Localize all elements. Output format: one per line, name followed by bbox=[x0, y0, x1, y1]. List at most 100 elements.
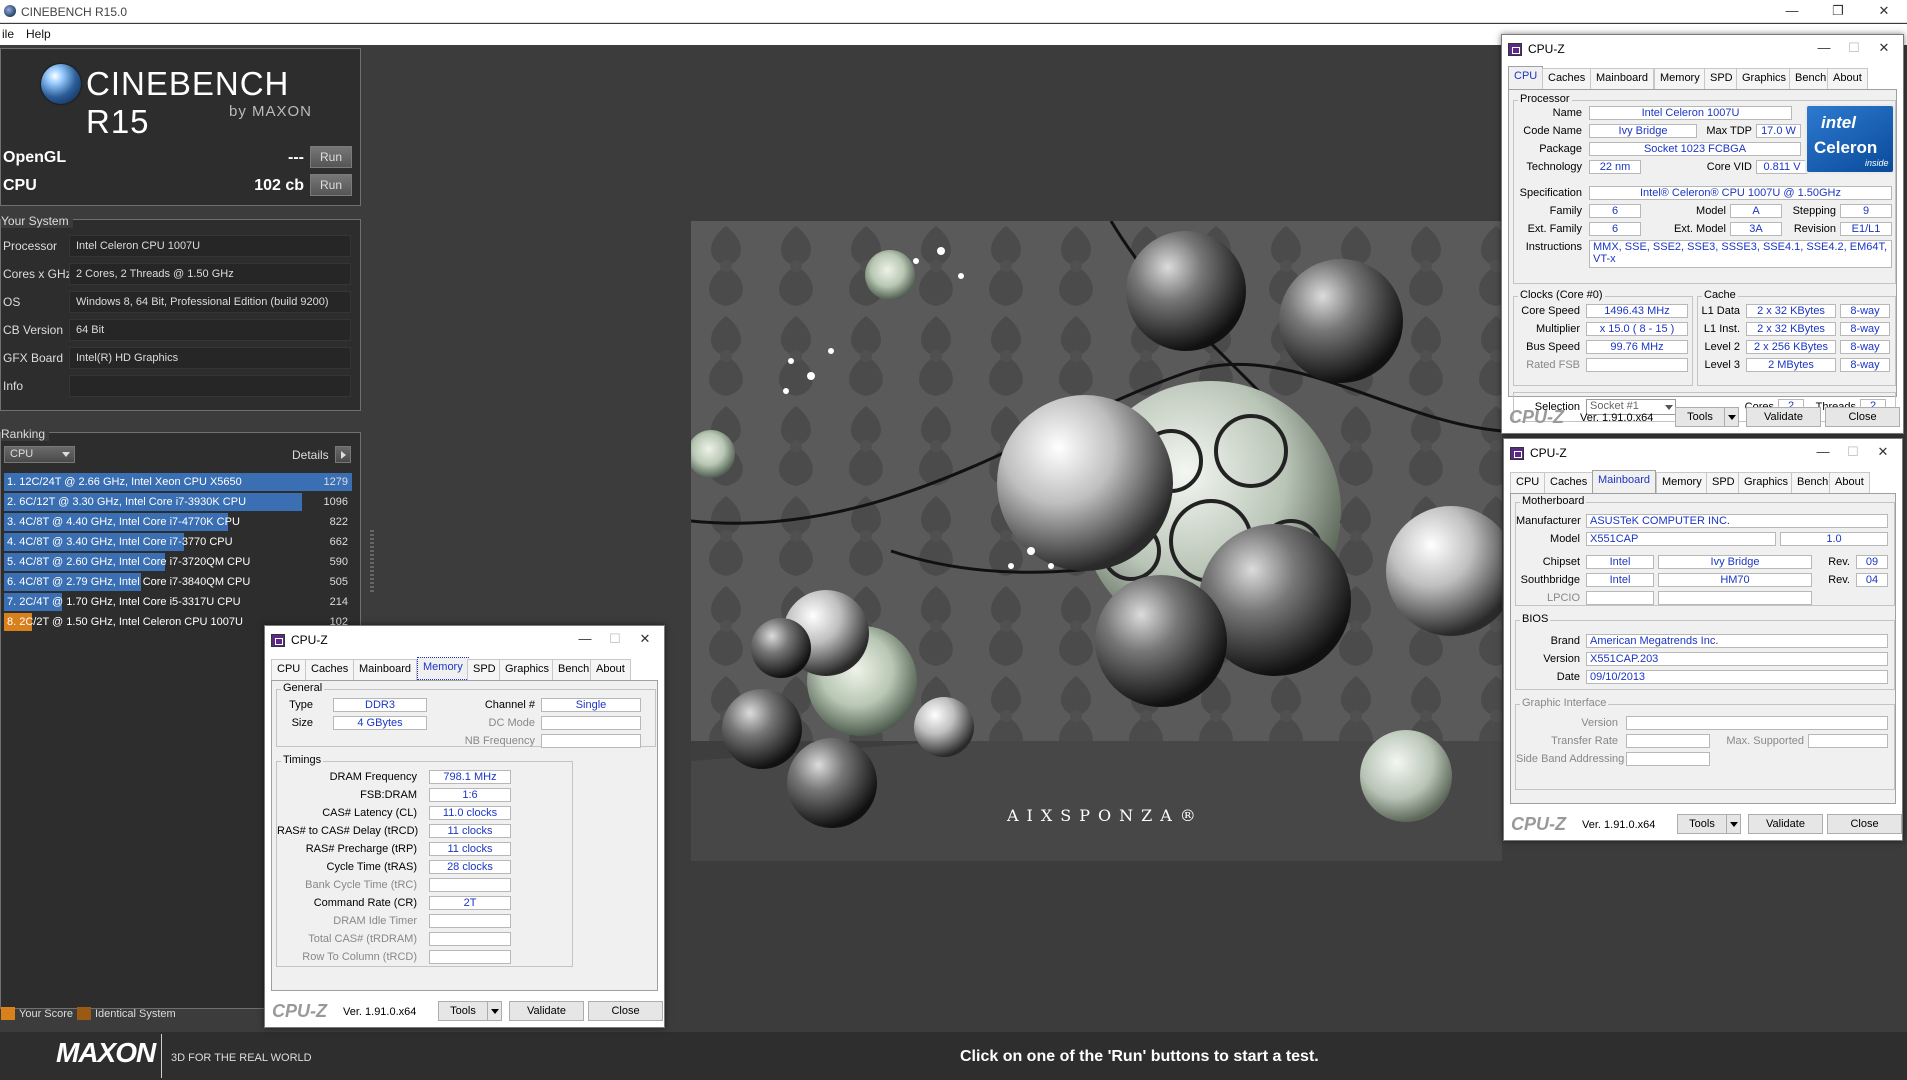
cpuz-titlebar: CPU-Z — ☐ ✕ bbox=[265, 626, 664, 653]
bios-date-value: 09/10/2013 bbox=[1586, 670, 1888, 684]
cpuz-window-memory: CPU-Z — ☐ ✕ CPU Caches Mainboard Memory … bbox=[264, 625, 665, 1028]
tab-bench[interactable]: Bench bbox=[1791, 472, 1835, 493]
group-title: General bbox=[281, 682, 325, 694]
bios-brand-label: Brand bbox=[1550, 635, 1580, 647]
close-button[interactable]: ✕ bbox=[630, 631, 660, 647]
tab-about[interactable]: About bbox=[1829, 472, 1870, 493]
tab-memory[interactable]: Memory bbox=[417, 657, 469, 680]
tab-cpu[interactable]: CPU bbox=[271, 659, 307, 680]
chevron-down-icon[interactable] bbox=[487, 1002, 501, 1020]
run-opengl-button[interactable]: Run bbox=[310, 146, 352, 168]
tools-button[interactable]: Tools bbox=[438, 1001, 502, 1021]
tab-about[interactable]: About bbox=[1827, 68, 1868, 89]
restore-button[interactable]: ❐ bbox=[1815, 0, 1861, 23]
cache-group: Cache L1 Data 2 x 32 KBytes 8-way L1 Ins… bbox=[1697, 289, 1896, 386]
details-toggle-button[interactable] bbox=[335, 446, 351, 463]
l3-label: Level 3 bbox=[1704, 359, 1740, 371]
tab-mainboard[interactable]: Mainboard bbox=[353, 659, 417, 680]
ranking-row[interactable]: 1. 12C/24T @ 2.66 GHz, Intel Xeon CPU X5… bbox=[4, 473, 352, 492]
tab-spd[interactable]: SPD bbox=[1706, 472, 1741, 493]
ranking-row[interactable]: 6. 4C/8T @ 2.79 GHz, Intel Core i7-3840Q… bbox=[4, 573, 352, 592]
ranking-splitter-handle[interactable] bbox=[370, 530, 374, 592]
ratedfsb-label: Rated FSB bbox=[1526, 359, 1580, 371]
cinebench-app-icon bbox=[4, 5, 16, 17]
model-label: Model bbox=[1550, 533, 1580, 545]
dcmode-value bbox=[541, 716, 641, 730]
minimize-button[interactable]: — bbox=[1808, 444, 1838, 459]
tab-memory[interactable]: Memory bbox=[1656, 472, 1708, 493]
busspeed-value: 99.76 MHz bbox=[1586, 340, 1688, 354]
bench-row-opengl: OpenGL --- Run bbox=[1, 145, 362, 171]
graphic-interface-group: Graphic Interface Version Transfer Rate … bbox=[1515, 697, 1895, 790]
group-title: Motherboard bbox=[1520, 495, 1587, 507]
tab-mainboard[interactable]: Mainboard bbox=[1592, 470, 1656, 493]
tab-spd[interactable]: SPD bbox=[1704, 68, 1739, 89]
tab-caches[interactable]: Caches bbox=[1544, 472, 1594, 493]
menu-help[interactable]: Help bbox=[26, 27, 51, 41]
tab-spd[interactable]: SPD bbox=[467, 659, 502, 680]
details-label: Details bbox=[292, 448, 329, 462]
ranking-row[interactable]: 3. 4C/8T @ 4.40 GHz, Intel Core i7-4770K… bbox=[4, 513, 352, 532]
chevron-down-icon[interactable] bbox=[1724, 408, 1738, 426]
timing-label: RAS# to CAS# Delay (tRCD) bbox=[277, 825, 419, 837]
tools-button[interactable]: Tools bbox=[1675, 407, 1739, 427]
bench-label: CPU bbox=[3, 177, 37, 194]
ranking-row[interactable]: 2. 6C/12T @ 3.30 GHz, Intel Core i7-3930… bbox=[4, 493, 352, 512]
nbfreq-value bbox=[541, 734, 641, 748]
validate-button[interactable]: Validate bbox=[1746, 407, 1821, 427]
group-title: Processor bbox=[1518, 93, 1572, 105]
ranking-row[interactable]: 5. 4C/8T @ 2.60 GHz, Intel Core i7-3720Q… bbox=[4, 553, 352, 572]
maximize-button[interactable]: ☐ bbox=[1839, 40, 1869, 56]
stepping-label: Stepping bbox=[1792, 205, 1836, 217]
tab-cpu[interactable]: CPU bbox=[1508, 66, 1544, 89]
nbfreq-label: NB Frequency bbox=[464, 735, 535, 747]
tools-button[interactable]: Tools bbox=[1677, 814, 1741, 834]
bench-value: 102 cb bbox=[254, 177, 304, 194]
group-title: BIOS bbox=[1520, 613, 1551, 625]
minimize-button[interactable]: — bbox=[570, 631, 600, 646]
tab-graphics[interactable]: Graphics bbox=[1738, 472, 1795, 493]
gi-max-supported-value bbox=[1808, 734, 1888, 748]
info-field[interactable] bbox=[69, 375, 351, 397]
tab-bench[interactable]: Bench bbox=[552, 659, 596, 680]
validate-button[interactable]: Validate bbox=[509, 1001, 584, 1021]
close-button[interactable]: ✕ bbox=[1861, 0, 1907, 23]
ranking-row[interactable]: 4. 4C/8T @ 3.40 GHz, Intel Core i7-3770 … bbox=[4, 533, 352, 552]
validate-button[interactable]: Validate bbox=[1748, 814, 1823, 834]
dcmode-label: DC Mode bbox=[488, 717, 535, 729]
chevron-down-icon[interactable] bbox=[1726, 815, 1740, 833]
cpuz-titlebar: CPU-Z — ☐ ✕ bbox=[1502, 35, 1903, 62]
cpuz-tabs: CPU Caches Mainboard Memory SPD Graphics… bbox=[1508, 66, 1897, 89]
tab-caches[interactable]: Caches bbox=[1542, 68, 1592, 89]
tab-cpu[interactable]: CPU bbox=[1510, 472, 1546, 493]
cpuz-close-button[interactable]: Close bbox=[1827, 814, 1902, 834]
model-value: A bbox=[1730, 204, 1782, 218]
minimize-button[interactable]: — bbox=[1809, 40, 1839, 55]
cpuz-brand: CPU-Z bbox=[1509, 407, 1564, 427]
minimize-button[interactable]: — bbox=[1769, 0, 1815, 23]
tab-graphics[interactable]: Graphics bbox=[1736, 68, 1793, 89]
gi-version-label: Version bbox=[1581, 717, 1618, 729]
cpuz-close-button[interactable]: Close bbox=[588, 1001, 663, 1021]
run-cpu-button[interactable]: Run bbox=[310, 174, 352, 196]
menu-file[interactable]: ile bbox=[2, 27, 14, 41]
multiplier-value: x 15.0 ( 8 - 15 ) bbox=[1586, 322, 1688, 336]
ranking-type-select[interactable]: CPU bbox=[4, 446, 75, 463]
l2-value: 2 x 256 KBytes bbox=[1746, 340, 1836, 354]
tab-about[interactable]: About bbox=[590, 659, 631, 680]
maximize-button[interactable]: ☐ bbox=[600, 631, 630, 647]
ranking-row[interactable]: 7. 2C/4T @ 1.70 GHz, Intel Core i5-3317U… bbox=[4, 593, 352, 612]
gi-transfer-rate-value bbox=[1626, 734, 1710, 748]
ranking-row-score: 505 bbox=[329, 576, 348, 588]
l1data-value: 2 x 32 KBytes bbox=[1746, 304, 1836, 318]
close-button[interactable]: ✕ bbox=[1869, 40, 1899, 56]
maximize-button[interactable]: ☐ bbox=[1838, 444, 1868, 460]
close-button[interactable]: ✕ bbox=[1868, 444, 1898, 460]
tab-mainboard[interactable]: Mainboard bbox=[1590, 68, 1654, 89]
tab-caches[interactable]: Caches bbox=[305, 659, 355, 680]
tab-bench[interactable]: Bench bbox=[1789, 68, 1833, 89]
logo-by-maxon: by MAXON bbox=[229, 103, 313, 120]
tab-memory[interactable]: Memory bbox=[1654, 68, 1706, 89]
cpuz-close-button[interactable]: Close bbox=[1825, 407, 1900, 427]
tab-graphics[interactable]: Graphics bbox=[499, 659, 556, 680]
